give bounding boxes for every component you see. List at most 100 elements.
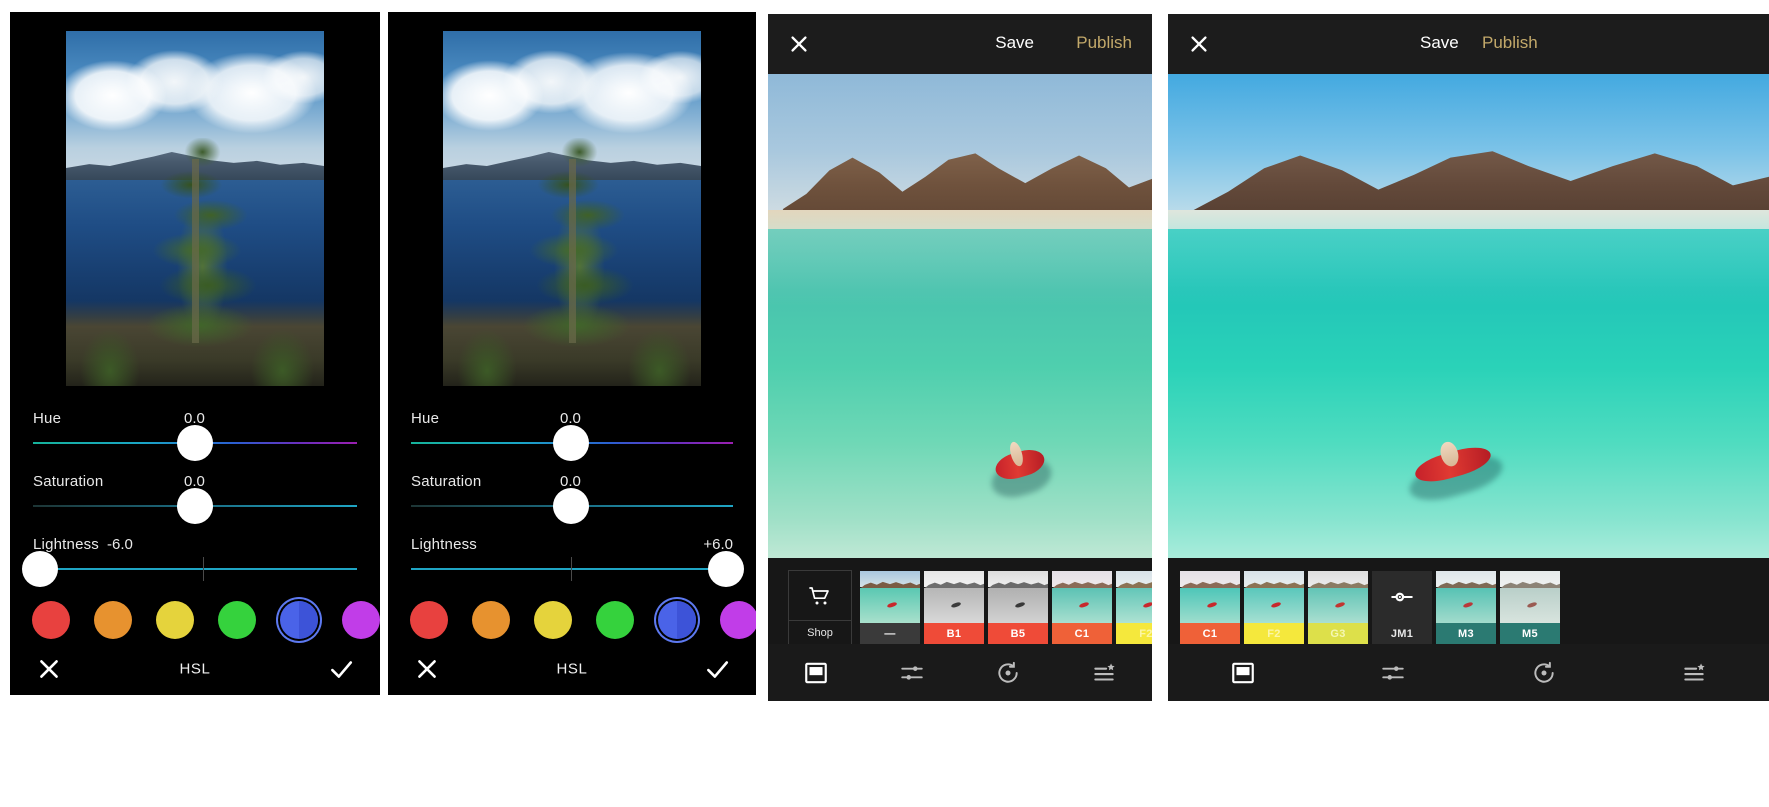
- filter-label: B1: [924, 623, 984, 645]
- swatch-orange[interactable]: [94, 601, 132, 639]
- filter-cell-b1[interactable]: B1: [924, 571, 984, 645]
- photo-shallow-water: [1168, 228, 1769, 307]
- save-button[interactable]: Save: [995, 33, 1034, 53]
- slider-hue-knob[interactable]: [553, 425, 589, 461]
- swatch-blue[interactable]: [280, 601, 318, 639]
- save-button[interactable]: Save: [1420, 33, 1459, 53]
- slider-hue-knob[interactable]: [177, 425, 213, 461]
- filter-label: C1: [1052, 623, 1112, 645]
- sliders-icon[interactable]: [1378, 658, 1408, 688]
- topbar: Save Publish: [1168, 14, 1769, 74]
- slider-saturation-label: Saturation: [33, 473, 104, 490]
- filter-cell-c1[interactable]: C1: [1052, 571, 1112, 645]
- photo-preview[interactable]: [768, 74, 1152, 558]
- filter-label: F2: [1244, 623, 1304, 645]
- photo-preview[interactable]: [1168, 74, 1769, 558]
- preview-image: [66, 31, 324, 386]
- filter-label: B5: [988, 623, 1048, 645]
- photo-bush-right: [618, 307, 701, 386]
- filter-cell-b5[interactable]: B5: [988, 571, 1048, 645]
- sliders-icon[interactable]: [897, 658, 927, 688]
- filter-cell-jm1[interactable]: JM1: [1372, 571, 1432, 645]
- filter-thumb: [1180, 571, 1240, 623]
- filter-thumb: [1500, 571, 1560, 623]
- photo-tree-trunk: [569, 158, 576, 344]
- filter-filmstrip[interactable]: C1 F2 G3 JM1 M3 M5: [1168, 558, 1769, 658]
- photo-bush-left: [71, 307, 149, 386]
- photo-clouds: [66, 45, 324, 138]
- slider-saturation-knob[interactable]: [177, 488, 213, 524]
- filter-cell-c1[interactable]: C1: [1180, 571, 1240, 645]
- panel-divider-1: [380, 36, 388, 696]
- photo-bush-left: [448, 307, 526, 386]
- publish-button[interactable]: Publish: [1076, 33, 1132, 53]
- photo-frame-icon[interactable]: [801, 658, 831, 688]
- filter-cell-g3[interactable]: G3: [1308, 571, 1368, 645]
- filter-cell-f2[interactable]: F2: [1244, 571, 1304, 645]
- swatch-yellow[interactable]: [534, 601, 572, 639]
- close-icon[interactable]: [788, 33, 810, 55]
- slider-lightness-knob[interactable]: [22, 551, 58, 587]
- filter-thumb: [1052, 571, 1112, 623]
- swatch-green[interactable]: [596, 601, 634, 639]
- filter-label: M5: [1500, 623, 1560, 645]
- photo-preview[interactable]: [388, 12, 756, 405]
- preview-image: [443, 31, 701, 386]
- filter-label: —: [860, 623, 920, 645]
- slider-lightness-value: -6.0: [107, 536, 133, 553]
- filter-filmstrip[interactable]: Shop — B1 B5 C1 F2: [768, 558, 1152, 658]
- bottom-toolbar: [768, 644, 1152, 701]
- swatch-magenta[interactable]: [720, 601, 756, 639]
- hsl-footer-title: HSL: [556, 660, 588, 678]
- slider-saturation-knob[interactable]: [553, 488, 589, 524]
- swatch-orange[interactable]: [472, 601, 510, 639]
- screenshot-stage: Hue 0.0 Saturation 0.0 Lightness -6.0 HS…: [0, 0, 1769, 807]
- undo-circle-icon[interactable]: [993, 658, 1023, 688]
- hsl-editor-panel-1: Hue 0.0 Saturation 0.0 Lightness -6.0 HS…: [10, 12, 380, 695]
- shop-label: Shop: [789, 620, 851, 645]
- undo-circle-icon[interactable]: [1529, 658, 1559, 688]
- filter-thumb: [1308, 571, 1368, 623]
- filter-thumb: [988, 571, 1048, 623]
- swatch-magenta[interactable]: [342, 601, 380, 639]
- photo-frame-icon[interactable]: [1228, 658, 1258, 688]
- filter-cell-f2[interactable]: F2: [1116, 571, 1152, 645]
- filter-cell-m3[interactable]: M3: [1436, 571, 1496, 645]
- swatch-green[interactable]: [218, 601, 256, 639]
- slider-lightness-track[interactable]: [411, 568, 733, 570]
- slider-lightness-track[interactable]: [33, 568, 357, 570]
- swatch-red[interactable]: [410, 601, 448, 639]
- filter-picker-panel-3: Save Publish Shop — B1 B5 C1 F2: [768, 14, 1152, 701]
- filter-label: G3: [1308, 623, 1368, 645]
- check-icon[interactable]: [328, 656, 354, 682]
- swatch-yellow[interactable]: [156, 601, 194, 639]
- filter-thumb: [860, 571, 920, 623]
- slider-lightness-knob[interactable]: [708, 551, 744, 587]
- panel-divider-2: [1152, 0, 1168, 807]
- topbar: Save Publish: [768, 14, 1152, 74]
- publish-button[interactable]: Publish: [1482, 33, 1538, 53]
- swatch-blue[interactable]: [658, 601, 696, 639]
- filter-thumb: [1116, 571, 1152, 623]
- close-icon[interactable]: [1188, 33, 1210, 55]
- photo-clouds: [443, 45, 701, 138]
- photo-tree-trunk: [192, 158, 199, 344]
- filter-label: C1: [1180, 623, 1240, 645]
- lines-star-icon[interactable]: [1089, 658, 1119, 688]
- hsl-color-swatches: [32, 601, 380, 639]
- check-icon[interactable]: [704, 656, 730, 682]
- filter-thumb: [924, 571, 984, 623]
- slider-lightness-center-tick: [571, 557, 572, 581]
- slider-hue-label: Hue: [411, 410, 440, 427]
- filter-cell-m5[interactable]: M5: [1500, 571, 1560, 645]
- swatch-red[interactable]: [32, 601, 70, 639]
- lines-star-icon[interactable]: [1679, 658, 1709, 688]
- filter-label: JM1: [1372, 623, 1432, 645]
- shopping-cart-icon: [789, 571, 851, 620]
- filter-cell-none[interactable]: —: [860, 571, 920, 645]
- hsl-editor-panel-2: Hue 0.0 Saturation 0.0 Lightness +6.0 HS…: [388, 12, 756, 695]
- shop-button[interactable]: Shop: [788, 570, 852, 646]
- hsl-footer-title: HSL: [179, 660, 211, 678]
- photo-bush-right: [241, 307, 324, 386]
- photo-preview[interactable]: [10, 12, 380, 405]
